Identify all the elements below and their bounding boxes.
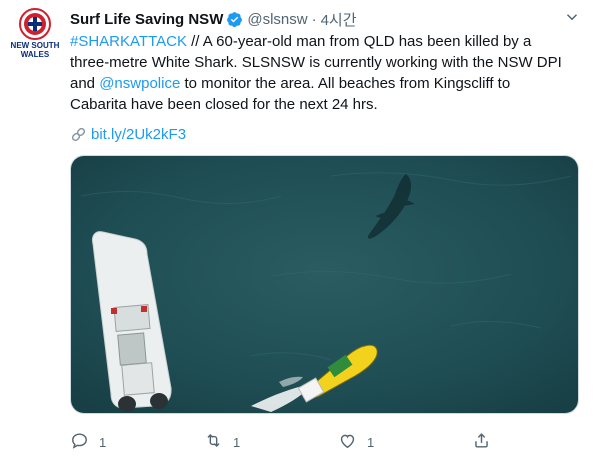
mention-link[interactable]: @nswpolice (99, 75, 180, 92)
retweet-button[interactable]: 1 (204, 428, 240, 456)
verified-badge-icon (226, 11, 243, 28)
avatar-label-line2: WALES (21, 50, 50, 59)
hashtag-link[interactable]: #SHARKATTACK (70, 33, 187, 50)
heart-icon (338, 431, 357, 453)
tweet-text: #SHARKATTACK // A 60-year-old man from Q… (70, 31, 585, 115)
like-button[interactable]: 1 (338, 428, 374, 456)
tweet-text-line: and @nswpolice to monitor the area. All … (70, 73, 585, 94)
timestamp[interactable]: 4시간 (321, 9, 357, 30)
display-name[interactable]: Surf Life Saving NSW (70, 11, 223, 28)
tweet-header: Surf Life Saving NSW @slsnsw · 4시간 (70, 8, 357, 30)
like-count: 1 (367, 434, 375, 450)
reply-icon (70, 431, 89, 453)
retweet-icon (204, 431, 223, 453)
tweet-text-line: three-metre White Shark. SLSNSW is curre… (70, 54, 562, 71)
tweet-text-line: #SHARKATTACK // A 60-year-old man from Q… (70, 31, 585, 52)
share-icon (472, 431, 491, 453)
reply-count: 1 (99, 434, 107, 450)
avatar-label-line1: NEW SOUTH (11, 41, 60, 50)
separator-dot: · (311, 10, 317, 28)
tweet-media-photo[interactable] (70, 155, 579, 414)
tweet-action-bar: 1 1 1 (70, 428, 579, 456)
link-row[interactable]: bit.ly/2Uk2kF3 (70, 124, 186, 145)
tweet-text-segment: to monitor the area. All beaches from Ki… (180, 75, 511, 92)
link-icon (70, 126, 87, 143)
shortened-url-link[interactable]: bit.ly/2Uk2kF3 (91, 126, 186, 143)
tweet-text-segment: and (70, 75, 100, 92)
more-options-chevron-down-icon[interactable] (563, 8, 581, 26)
user-handle[interactable]: @slsnsw (247, 11, 307, 28)
tweet[interactable]: NEW SOUTH WALES Surf Life Saving NSW @sl… (0, 0, 600, 469)
avatar[interactable]: NEW SOUTH WALES (10, 8, 60, 60)
retweet-count: 1 (233, 434, 241, 450)
tweet-text-line: Cabarita have been closed for the next 2… (70, 96, 378, 113)
reply-button[interactable]: 1 (70, 428, 106, 456)
tweet-text-segment: // A 60-year-old man from QLD has been k… (186, 33, 532, 50)
share-button[interactable] (472, 428, 491, 456)
